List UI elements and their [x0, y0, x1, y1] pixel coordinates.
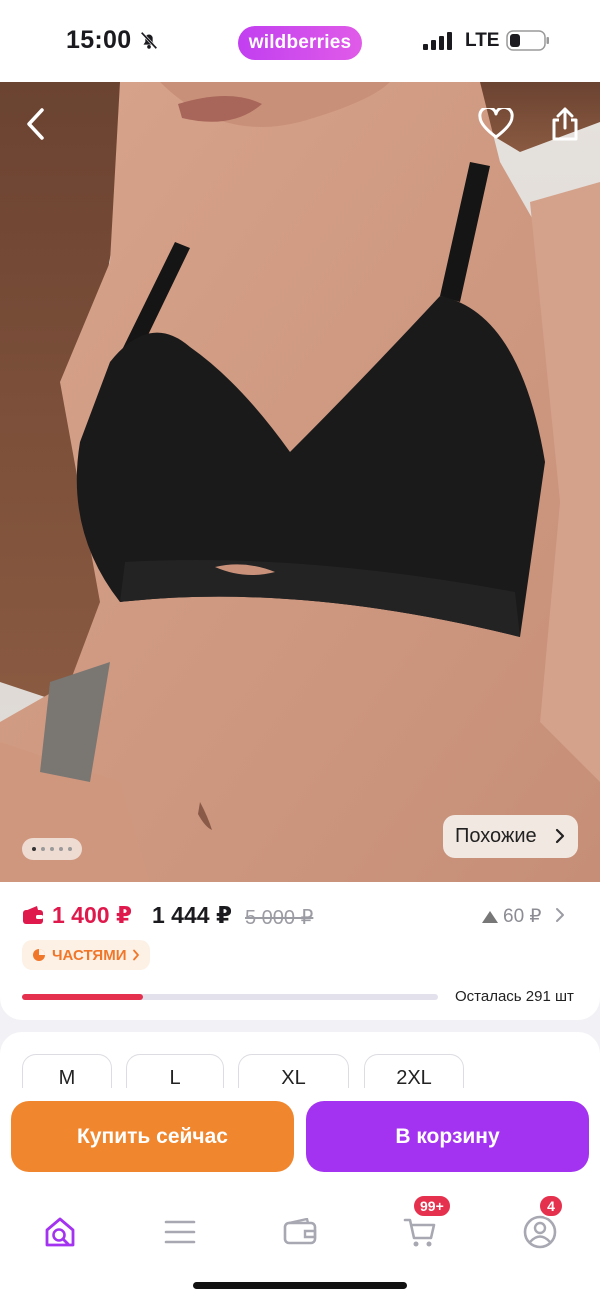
action-bar: Купить сейчас В корзину [0, 1088, 600, 1188]
status-bar: 15:00 wildberries LTE [0, 0, 600, 82]
installment-badge[interactable]: ЧАСТЯМИ [22, 940, 151, 970]
share-icon [552, 107, 578, 141]
chevron-right-icon [555, 828, 565, 844]
tab-home[interactable] [30, 1202, 90, 1262]
pie-clock-icon [33, 949, 45, 961]
buy-now-button[interactable]: Купить сейчас [11, 1101, 294, 1172]
bell-off-icon [140, 31, 158, 50]
favorite-button[interactable] [474, 102, 518, 146]
home-search-icon [45, 1217, 75, 1247]
price: 1 444 ₽ [152, 902, 232, 928]
price-history-button[interactable]: 60 ₽ [482, 905, 542, 928]
product-image [0, 82, 600, 882]
share-button[interactable] [543, 102, 587, 146]
old-price: 5 000 ₽ [245, 907, 314, 929]
brand-logo: wildberries [238, 26, 362, 60]
similar-label: Похожие [455, 825, 537, 847]
add-to-cart-button[interactable]: В корзину [306, 1101, 589, 1172]
wallet-price-icon [23, 906, 43, 924]
signal-icon [423, 32, 452, 50]
battery-icon [506, 30, 549, 51]
chevron-right-icon[interactable] [555, 907, 565, 923]
chevron-right-icon [133, 949, 140, 961]
slide-indicator [22, 838, 82, 860]
chevron-left-icon [27, 108, 44, 140]
triangle-up-icon [482, 910, 498, 923]
wallet-icon [283, 1218, 317, 1245]
profile-icon [523, 1215, 557, 1249]
slide-dot [50, 847, 54, 851]
slide-dot [41, 847, 45, 851]
product-photo[interactable]: Похожие [0, 82, 600, 882]
home-indicator [193, 1282, 407, 1289]
similar-button[interactable]: Похожие [443, 815, 578, 858]
slide-dot [68, 847, 72, 851]
back-button[interactable] [14, 102, 58, 146]
stock-progress [22, 994, 438, 1000]
cart-icon [403, 1218, 436, 1247]
stock-left: Осталась 291 шт [455, 988, 574, 1005]
profile-badge: 4 [538, 1194, 564, 1218]
price-card: 1 400 ₽ 1 444 ₽ 5 000 ₽ 60 ₽ ЧАСТЯМИ Ост… [0, 882, 600, 1020]
tab-catalog[interactable] [150, 1202, 210, 1262]
slide-dot [59, 847, 63, 851]
menu-icon [164, 1220, 196, 1244]
slide-dot [32, 847, 36, 851]
tab-wallet[interactable] [270, 1202, 330, 1262]
network-type: LTE [465, 30, 500, 51]
stock-progress-fill [22, 994, 143, 1000]
installment-label: ЧАСТЯМИ [52, 946, 127, 964]
wallet-price: 1 400 ₽ [52, 902, 132, 928]
status-time: 15:00 [66, 26, 132, 54]
price-change-value: 60 ₽ [503, 906, 542, 927]
heart-icon [478, 108, 514, 139]
cart-badge: 99+ [412, 1194, 452, 1218]
